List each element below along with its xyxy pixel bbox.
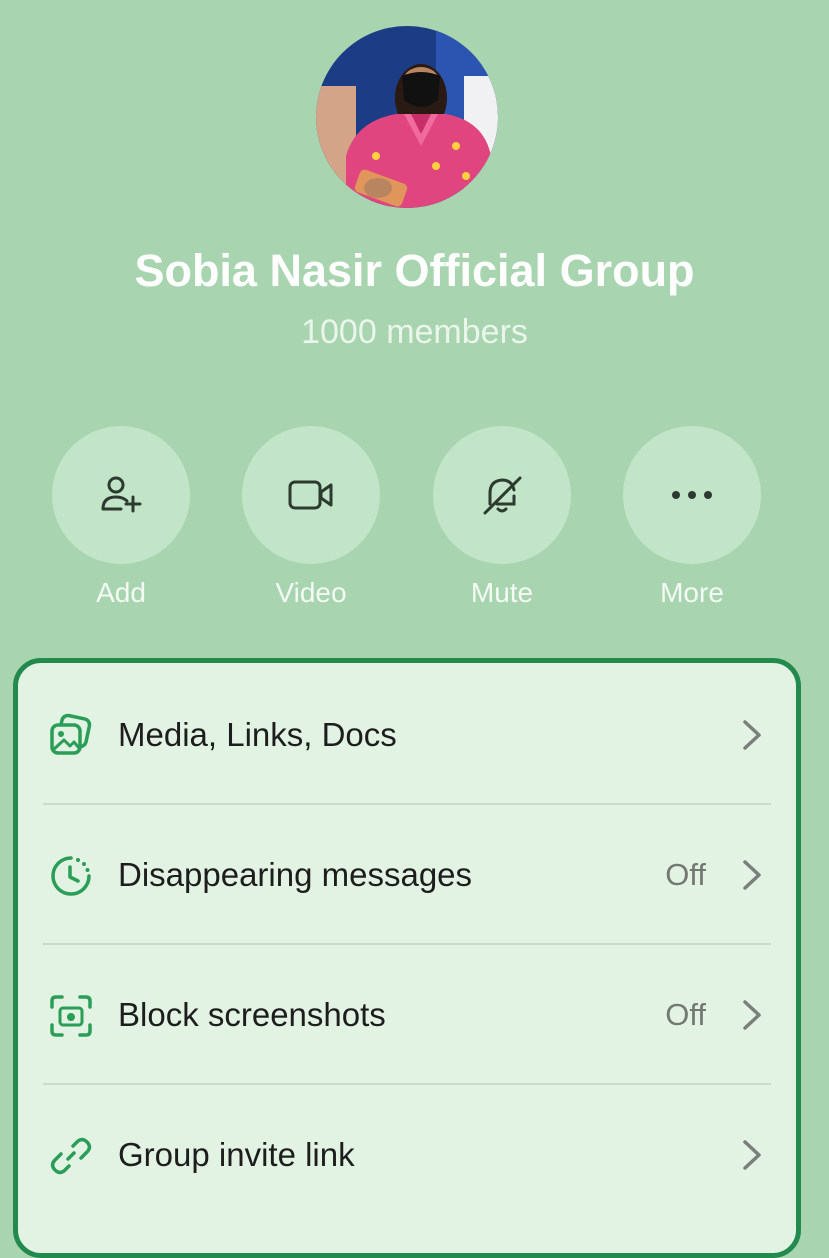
group-invite-link-row[interactable]: Group invite link bbox=[48, 1083, 776, 1223]
mute-label: Mute bbox=[470, 577, 534, 608]
video-button-circle[interactable] bbox=[242, 426, 380, 564]
member-count[interactable]: 1000 members bbox=[0, 310, 829, 354]
media-gallery-icon bbox=[48, 713, 94, 759]
mute-button[interactable]: Mute bbox=[433, 426, 571, 610]
group-avatar[interactable] bbox=[316, 26, 498, 208]
timer-icon bbox=[48, 853, 94, 899]
video-camera-icon bbox=[288, 480, 333, 510]
more-label: More bbox=[660, 577, 724, 608]
block-screenshots-value: Off bbox=[665, 997, 706, 1032]
more-button[interactable]: More bbox=[623, 426, 761, 610]
chevron-right-icon bbox=[742, 859, 762, 891]
avatar-image bbox=[316, 26, 498, 208]
add-label: Add bbox=[96, 577, 146, 608]
disappearing-messages-value: Off bbox=[665, 857, 706, 892]
screenshot-camera-icon bbox=[48, 993, 94, 1039]
add-button-circle[interactable] bbox=[52, 426, 190, 564]
group-name: Sobia Nasir Official Group bbox=[134, 245, 695, 296]
disappearing-messages-row[interactable]: Disappearing messages Off bbox=[48, 803, 776, 943]
chevron-right-icon bbox=[742, 1139, 762, 1171]
more-dots-icon bbox=[672, 491, 712, 499]
chevron-right-icon bbox=[742, 719, 762, 751]
video-label: Video bbox=[275, 577, 347, 608]
chevron-right-icon bbox=[742, 999, 762, 1031]
group-settings-card: Media, Links, Docs Disappearing messages… bbox=[13, 658, 801, 1258]
mute-button-circle[interactable] bbox=[433, 426, 571, 564]
block-screenshots-label: Block screenshots bbox=[118, 996, 386, 1033]
media-links-docs-row[interactable]: Media, Links, Docs bbox=[48, 663, 776, 803]
video-button[interactable]: Video bbox=[242, 426, 380, 610]
link-icon bbox=[48, 1133, 94, 1179]
bell-muted-icon bbox=[483, 476, 522, 515]
group-invite-link-label: Group invite link bbox=[118, 1136, 355, 1173]
disappearing-messages-label: Disappearing messages bbox=[118, 856, 473, 893]
more-button-circle[interactable] bbox=[623, 426, 761, 564]
block-screenshots-row[interactable]: Block screenshots Off bbox=[48, 943, 776, 1083]
add-person-icon bbox=[101, 476, 142, 513]
media-links-docs-label: Media, Links, Docs bbox=[118, 716, 397, 753]
add-button[interactable]: Add bbox=[52, 426, 190, 610]
